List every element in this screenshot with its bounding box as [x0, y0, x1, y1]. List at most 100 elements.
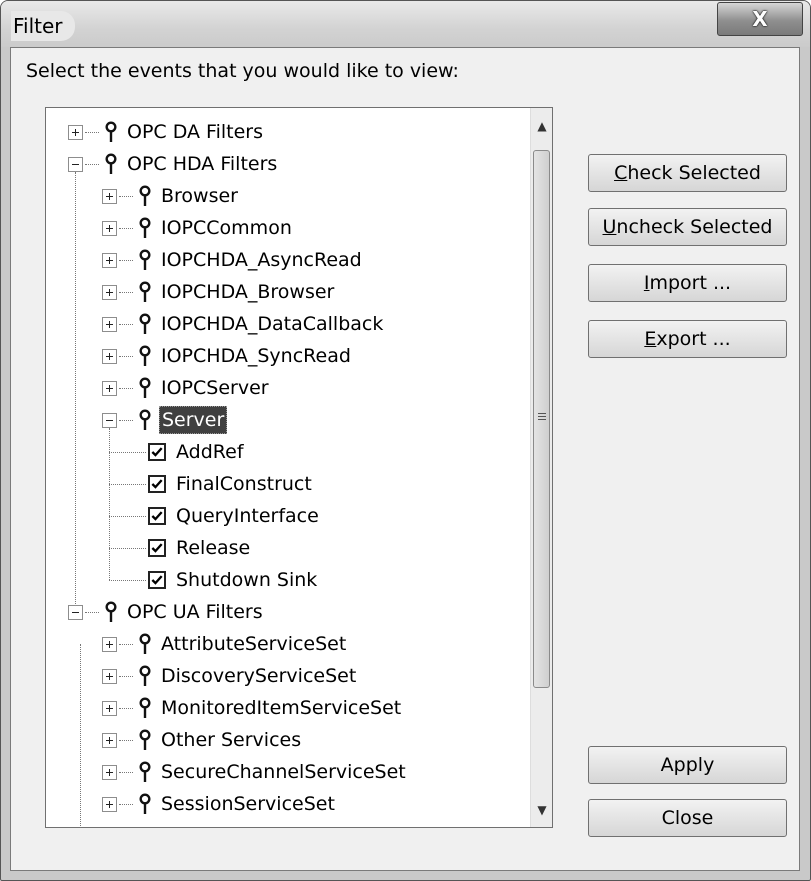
expand-icon[interactable] [102, 732, 117, 748]
expand-icon[interactable] [102, 700, 117, 716]
tree-scrollbar[interactable]: ▲ ▼ [530, 108, 552, 827]
tree-group-item[interactable]: IOPCServer [102, 372, 271, 404]
tree-group-item[interactable]: IOPCCommon [102, 212, 294, 244]
tree-item-label: Shutdown Sink [176, 569, 318, 591]
tree-dotted-connector [119, 739, 133, 741]
expand-icon[interactable] [102, 636, 117, 652]
import-button[interactable]: Import ... [588, 264, 787, 302]
tree-leaf-item[interactable]: Release [148, 532, 252, 564]
expand-icon[interactable] [102, 284, 117, 300]
apply-button[interactable]: Apply [588, 746, 787, 784]
pin-icon [139, 217, 151, 238]
checkmark-icon [151, 575, 163, 585]
event-checkbox[interactable] [148, 443, 166, 461]
tree-group-item[interactable]: IOPCHDA_SyncRead [102, 340, 353, 372]
scroll-up-arrow-icon[interactable]: ▲ [531, 114, 553, 138]
tree-group-item[interactable]: Other Services [102, 724, 303, 756]
checkmark-icon [151, 543, 163, 553]
tree-group-item[interactable]: OPC DA Filters [68, 116, 265, 148]
tree-item-label: FinalConstruct [176, 473, 312, 495]
tree-group-item[interactable]: IOPCHDA_AsyncRead [102, 244, 364, 276]
expand-icon[interactable] [102, 252, 117, 268]
tree-item-label: OPC HDA Filters [127, 153, 278, 175]
tree-group-item[interactable]: Server [102, 404, 228, 436]
collapse-icon[interactable] [68, 604, 83, 620]
tree-dotted-connector [119, 291, 133, 293]
event-checkbox[interactable] [148, 539, 166, 557]
tree-group-item[interactable]: IOPCHDA_DataCallback [102, 308, 385, 340]
tree-item-label: IOPCHDA_DataCallback [161, 313, 384, 335]
tree-item-label: OPC DA Filters [127, 121, 264, 143]
close-icon: X [752, 7, 768, 31]
tree-connector-line [109, 548, 146, 549]
tree-item-label: IOPCHDA_AsyncRead [161, 249, 362, 271]
tree-connector-line [75, 172, 76, 612]
tree-item-label: IOPCServer [161, 377, 269, 399]
event-checkbox[interactable] [148, 571, 166, 589]
pin-icon [139, 377, 151, 398]
scroll-down-arrow-icon[interactable]: ▼ [531, 798, 553, 822]
tree-group-item[interactable]: OPC UA Filters [68, 596, 265, 628]
expand-icon[interactable] [102, 220, 117, 236]
checkmark-icon [151, 479, 163, 489]
tree-item-label: AddRef [176, 441, 244, 463]
expand-icon[interactable] [102, 348, 117, 364]
tree-group-item[interactable]: OPC HDA Filters [68, 148, 279, 180]
tree-item-label: SessionServiceSet [161, 793, 335, 815]
uncheck-selected-button[interactable]: Uncheck Selected [588, 208, 787, 246]
window-title: Filter [11, 11, 75, 41]
tree-dotted-connector [119, 195, 133, 197]
pin-icon [139, 665, 151, 686]
expand-icon[interactable] [102, 188, 117, 204]
expand-icon[interactable] [102, 380, 117, 396]
tree-dotted-connector [85, 611, 99, 613]
tree-group-item[interactable]: DiscoveryServiceSet [102, 660, 358, 692]
tree-dotted-connector [119, 675, 133, 677]
close-button[interactable]: Close [588, 799, 787, 837]
pin-icon [139, 633, 151, 654]
tree-group-item[interactable]: AttributeServiceSet [102, 628, 348, 660]
event-filter-tree[interactable]: OPC DA Filters OPC HDA Filters Browser IOPC… [45, 107, 553, 828]
title-bar[interactable]: Filter X [1, 1, 810, 47]
tree-leaf-item[interactable]: AddRef [148, 436, 246, 468]
tree-dotted-connector [119, 323, 133, 325]
tree-leaf-item[interactable]: FinalConstruct [148, 468, 314, 500]
event-checkbox[interactable] [148, 507, 166, 525]
scroll-thumb[interactable] [533, 150, 550, 688]
tree-item-label: IOPCHDA_Browser [161, 281, 335, 303]
tree-group-item[interactable]: Browser [102, 180, 240, 212]
expand-icon[interactable] [102, 316, 117, 332]
expand-icon[interactable] [102, 764, 117, 780]
expand-icon[interactable] [102, 668, 117, 684]
uncheck-selected-mnemonic: U [602, 216, 617, 238]
expand-icon[interactable] [68, 124, 83, 140]
tree-group-item[interactable]: IOPCHDA_Browser [102, 276, 336, 308]
tree-group-item[interactable]: SessionServiceSet [102, 788, 337, 820]
pin-icon [105, 121, 117, 142]
tree-item-label: QueryInterface [176, 505, 319, 527]
tree-dotted-connector [119, 707, 133, 709]
import-label: mport ... [649, 272, 732, 294]
pin-icon [139, 729, 151, 750]
collapse-icon[interactable] [68, 156, 83, 172]
check-selected-button[interactable]: Check Selected [588, 154, 787, 192]
pin-icon [139, 185, 151, 206]
tree-connector-line [109, 516, 146, 517]
checkmark-icon [151, 447, 163, 457]
export-button[interactable]: Export ... [588, 320, 787, 358]
window-close-button[interactable]: X [717, 2, 803, 36]
event-checkbox[interactable] [148, 475, 166, 493]
filter-dialog: Filter X Select the events that you woul… [0, 0, 811, 881]
collapse-icon[interactable] [102, 412, 117, 428]
tree-leaf-item[interactable]: Shutdown Sink [148, 564, 319, 596]
expand-icon[interactable] [102, 796, 117, 812]
tree-dotted-connector [119, 387, 133, 389]
tree-group-item[interactable]: MonitoredItemServiceSet [102, 692, 403, 724]
tree-connector-line [109, 428, 110, 580]
pin-icon [105, 601, 117, 622]
export-label: xport ... [656, 328, 731, 350]
uncheck-selected-label: ncheck Selected [616, 216, 773, 238]
tree-leaf-item[interactable]: QueryInterface [148, 500, 321, 532]
tree-group-item[interactable]: SecureChannelServiceSet [102, 756, 408, 788]
pin-icon [139, 313, 151, 334]
